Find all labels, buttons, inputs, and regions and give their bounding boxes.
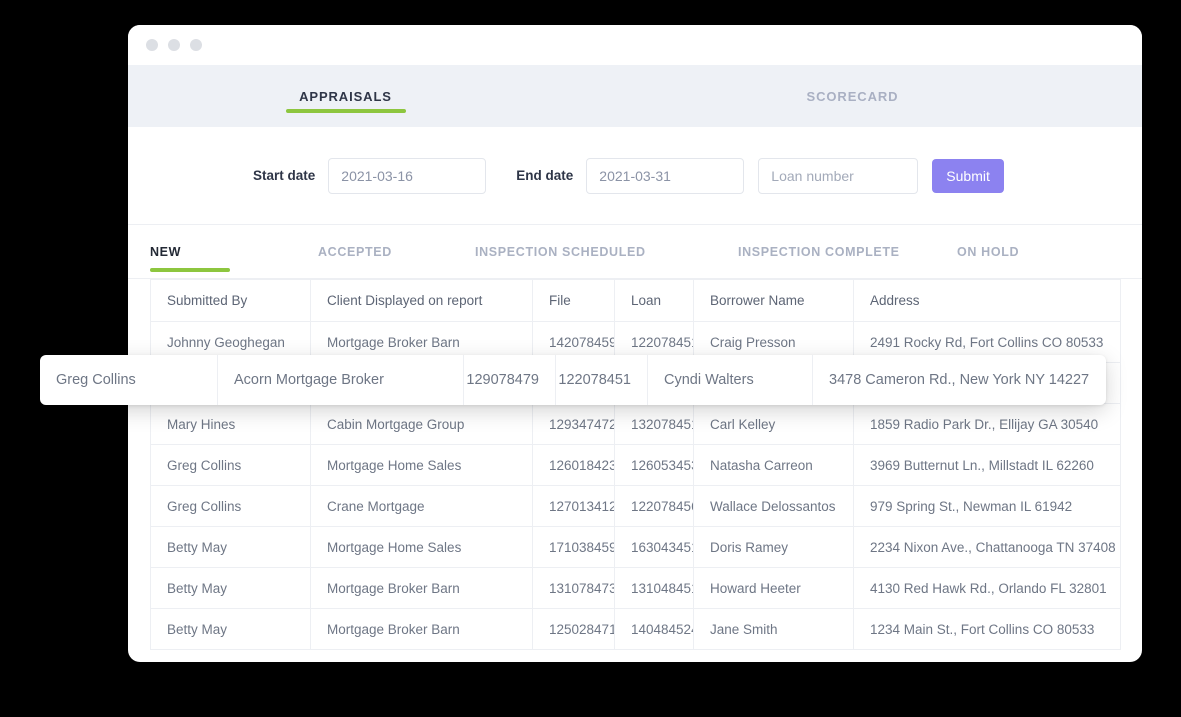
start-date-input[interactable]: [328, 157, 487, 194]
status-tab-on-hold-label: ON HOLD: [957, 244, 1020, 259]
column-header-file[interactable]: File: [532, 279, 615, 322]
end-date-label: End date: [516, 168, 574, 183]
table-cell-submitted-by: Betty May: [150, 526, 311, 568]
table-row[interactable]: Mary Hines Cabin Mortgage Group 129347472 1…: [150, 403, 1121, 445]
table-cell-address: 979 Spring St., Newman IL 61942: [853, 485, 1121, 527]
tab-appraisals[interactable]: APPRAISALS: [128, 65, 563, 127]
table-cell-client: Mortgage Home Sales: [310, 444, 533, 486]
table-row[interactable]: Greg Collins Mortgage Home Sales 126018423…: [150, 444, 1121, 486]
status-tab-accepted-label: ACCEPTED: [318, 244, 392, 259]
table-cell-submitted-by: Betty May: [150, 608, 311, 650]
tab-scorecard-label: SCORECARD: [806, 88, 899, 104]
table-cell-loan: 1220784566: [614, 485, 694, 527]
status-tab-new-active-underline: [150, 268, 230, 272]
table-row[interactable]: Betty May Mortgage Broker Barn 125028471 14…: [150, 608, 1121, 650]
table-cell-submitted-by: Mary Hines: [150, 403, 311, 445]
window-maximize-dot-icon[interactable]: [190, 39, 202, 51]
table-row[interactable]: Greg Collins Crane Mortgage 127013412 12207…: [150, 485, 1121, 527]
column-header-loan[interactable]: Loan: [614, 279, 694, 322]
tab-appraisals-label: APPRAISALS: [299, 88, 392, 104]
filter-bar: Start date End date Submit: [128, 127, 1142, 225]
top-navigation: APPRAISALS SCORECARD: [128, 65, 1142, 127]
table-cell-file: 125028471: [532, 608, 615, 650]
table-cell-client: Mortgage Home Sales: [310, 526, 533, 568]
status-tab-new[interactable]: NEW: [150, 225, 318, 278]
table-cell-borrower: Howard Heeter: [693, 567, 854, 609]
dragged-cell-client: Acorn Mortgage Broker: [218, 355, 464, 405]
end-date-input[interactable]: [586, 157, 745, 194]
status-tab-inspection-complete-label: INSPECTION COMPLETE: [738, 244, 900, 259]
submit-button[interactable]: Submit: [932, 158, 1004, 193]
dragged-cell-borrower: Cyndi Walters: [648, 355, 813, 405]
table-cell-client: Crane Mortgage: [310, 485, 533, 527]
table-cell-client: Mortgage Broker Barn: [310, 608, 533, 650]
table-cell-client: Cabin Mortgage Group: [310, 403, 533, 445]
browser-window: APPRAISALS SCORECARD Start date End date…: [128, 25, 1142, 662]
tab-scorecard[interactable]: SCORECARD: [563, 65, 1142, 127]
column-header-borrower-name[interactable]: Borrower Name: [693, 279, 854, 322]
loan-number-input[interactable]: [758, 157, 919, 194]
status-tab-new-label: NEW: [150, 244, 182, 259]
column-header-address[interactable]: Address: [853, 279, 1121, 322]
page-root: APPRAISALS SCORECARD Start date End date…: [0, 0, 1181, 717]
table-cell-submitted-by: Betty May: [150, 567, 311, 609]
table-cell-loan: 1630434511: [614, 526, 694, 568]
table-cell-address: 4130 Red Hawk Rd., Orlando FL 32801: [853, 567, 1121, 609]
dragged-table-row[interactable]: Greg Collins Acorn Mortgage Broker 12907…: [40, 355, 1106, 405]
dragged-cell-loan: 122078451: [556, 355, 648, 405]
table-header-row: Submitted By Client Displayed on report …: [150, 279, 1121, 322]
table-cell-address: 1859 Radio Park Dr., Ellijay GA 30540: [853, 403, 1121, 445]
table-cell-client: Mortgage Broker Barn: [310, 567, 533, 609]
status-tab-inspection-scheduled-label: INSPECTION SCHEDULED: [475, 244, 646, 259]
table-cell-file: 127013412: [532, 485, 615, 527]
tab-appraisals-active-underline: [285, 109, 406, 113]
table-cell-borrower: Doris Ramey: [693, 526, 854, 568]
table-cell-file: 171038459: [532, 526, 615, 568]
table-cell-loan: 1310484517: [614, 567, 694, 609]
table-cell-submitted-by: Greg Collins: [150, 485, 311, 527]
table-cell-address: 1234 Main St., Fort Collins CO 80533: [853, 608, 1121, 650]
table-cell-file: 126018423: [532, 444, 615, 486]
table-cell-loan: 1320784512: [614, 403, 694, 445]
table-cell-address: 2234 Nixon Ave., Chattanooga TN 37408: [853, 526, 1121, 568]
table-row[interactable]: Betty May Mortgage Broker Barn 131078473 13…: [150, 567, 1121, 609]
table-cell-address: 3969 Butternut Ln., Millstadt IL 62260: [853, 444, 1121, 486]
dragged-cell-file: 129078479: [464, 355, 556, 405]
table-cell-file: 129347472: [532, 403, 615, 445]
table-cell-loan: 140484524: [614, 608, 694, 650]
table-header: Submitted By Client Displayed on report …: [150, 279, 1121, 322]
appraisals-table: Submitted By Client Displayed on report …: [150, 279, 1121, 650]
dragged-cell-address: 3478 Cameron Rd., New York NY 14227: [829, 372, 1090, 388]
status-tab-inspection-scheduled[interactable]: INSPECTION SCHEDULED: [475, 225, 738, 278]
table-cell-borrower: Jane Smith: [693, 608, 854, 650]
table-cell-loan: 1260534531: [614, 444, 694, 486]
table-cell-borrower: Natasha Carreon: [693, 444, 854, 486]
window-close-dot-icon[interactable]: [146, 39, 158, 51]
status-tabs: NEW ACCEPTED INSPECTION SCHEDULED INSPEC…: [128, 225, 1142, 279]
table-cell-borrower: Wallace Delossantos: [693, 485, 854, 527]
window-minimize-dot-icon[interactable]: [168, 39, 180, 51]
window-titlebar: [128, 25, 1142, 65]
column-header-client[interactable]: Client Displayed on report: [310, 279, 533, 322]
table-row[interactable]: Betty May Mortgage Home Sales 171038459 163…: [150, 526, 1121, 568]
column-header-submitted-by[interactable]: Submitted By: [150, 279, 311, 322]
table-cell-borrower: Carl Kelley: [693, 403, 854, 445]
table-cell-file: 131078473: [532, 567, 615, 609]
status-tab-on-hold[interactable]: ON HOLD: [957, 225, 1077, 278]
appraisals-table-container: Submitted By Client Displayed on report …: [128, 279, 1142, 650]
status-tab-accepted[interactable]: ACCEPTED: [318, 225, 475, 278]
table-cell-submitted-by: Greg Collins: [150, 444, 311, 486]
dragged-cell-submitted-by: Greg Collins: [40, 355, 218, 405]
status-tab-inspection-complete[interactable]: INSPECTION COMPLETE: [738, 225, 957, 278]
start-date-label: Start date: [253, 168, 316, 183]
